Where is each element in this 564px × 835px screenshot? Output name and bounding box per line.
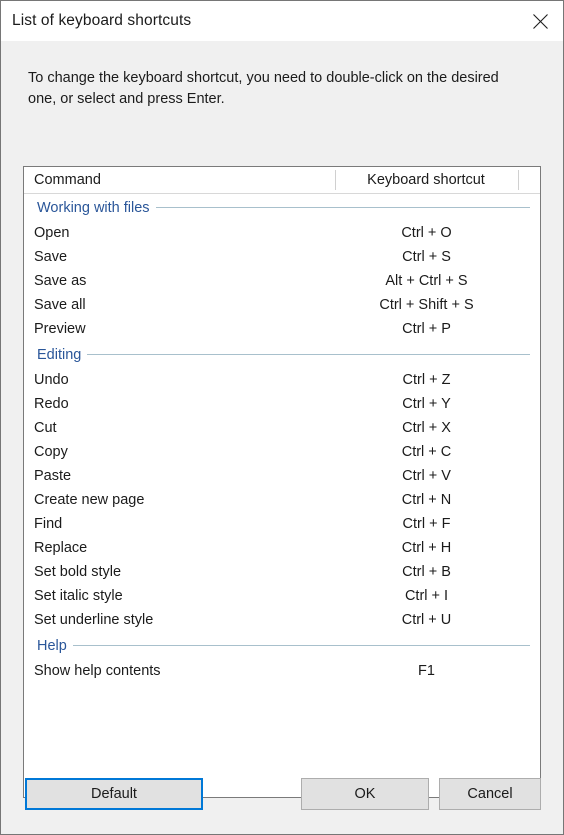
- group-label: Working with files: [37, 199, 150, 216]
- group-header: Working with files: [24, 194, 540, 221]
- shortcut-label: F1: [418, 663, 435, 679]
- column-divider-1: [335, 170, 336, 190]
- command-label: Save: [34, 249, 68, 265]
- table-row[interactable]: Set underline style Ctrl + U: [24, 608, 540, 632]
- table-row[interactable]: Replace Ctrl + H: [24, 536, 540, 560]
- instructions-text: To change the keyboard shortcut, you nee…: [28, 70, 499, 107]
- command-label: Set italic style: [34, 588, 123, 604]
- command-label: Redo: [34, 396, 69, 412]
- command-label: Preview: [34, 321, 86, 337]
- command-label: Undo: [34, 372, 69, 388]
- shortcuts-listbox[interactable]: Command Keyboard shortcut Working with f…: [23, 166, 541, 798]
- title-bar: List of keyboard shortcuts: [1, 1, 563, 41]
- cancel-button[interactable]: Cancel: [439, 778, 541, 810]
- command-label: Show help contents: [34, 663, 161, 679]
- command-label: Paste: [34, 468, 72, 484]
- shortcut-label: Ctrl + I: [404, 588, 449, 604]
- group-header: Help: [24, 632, 540, 659]
- close-button[interactable]: [517, 1, 563, 41]
- table-row[interactable]: Set italic style Ctrl + I: [24, 584, 540, 608]
- shortcut-label: Ctrl + Z: [402, 372, 451, 388]
- default-button[interactable]: Default: [25, 778, 203, 810]
- table-row[interactable]: Create new page Ctrl + N: [24, 488, 540, 512]
- table-row[interactable]: Undo Ctrl + Z: [24, 368, 540, 392]
- group-separator-line: [72, 645, 530, 646]
- table-row[interactable]: Copy Ctrl + C: [24, 440, 540, 464]
- command-label: Replace: [34, 540, 88, 556]
- table-row[interactable]: Show help contents F1: [24, 659, 540, 683]
- table-row[interactable]: Cut Ctrl + X: [24, 416, 540, 440]
- column-divider-2: [518, 170, 519, 190]
- command-label: Find: [34, 516, 63, 532]
- column-header-command[interactable]: Command: [24, 172, 334, 188]
- dialog-body: To change the keyboard shortcut, you nee…: [1, 41, 563, 834]
- table-row[interactable]: Find Ctrl + F: [24, 512, 540, 536]
- button-bar: Default OK Cancel: [1, 756, 563, 834]
- shortcut-label: Ctrl + B: [402, 564, 451, 580]
- table-body: Working with files Open Ctrl + O Save Ctrl +…: [24, 194, 540, 683]
- shortcut-label: Ctrl + S: [402, 249, 451, 265]
- table-header-row: Command Keyboard shortcut: [24, 167, 540, 194]
- command-label: Copy: [34, 444, 68, 460]
- column-header-shortcut[interactable]: Keyboard shortcut: [334, 172, 540, 188]
- command-label: Save all: [34, 297, 86, 313]
- command-label: Cut: [34, 420, 57, 436]
- table-row[interactable]: Set bold style Ctrl + B: [24, 560, 540, 584]
- shortcut-label: Alt + Ctrl + S: [385, 273, 468, 289]
- shortcut-label: Ctrl + Y: [402, 396, 451, 412]
- shortcut-label: Ctrl + C: [401, 444, 452, 460]
- group-label: Help: [37, 637, 67, 654]
- table-row[interactable]: Open Ctrl + O: [24, 221, 540, 245]
- group-separator-line: [155, 207, 530, 208]
- table-row[interactable]: Paste Ctrl + V: [24, 464, 540, 488]
- shortcut-label: Ctrl + Shift + S: [379, 297, 474, 313]
- table-row[interactable]: Save as Alt + Ctrl + S: [24, 269, 540, 293]
- ok-button[interactable]: OK: [301, 778, 429, 810]
- shortcut-label: Ctrl + F: [402, 516, 451, 532]
- command-label: Open: [34, 225, 70, 241]
- command-label: Set underline style: [34, 612, 154, 628]
- keyboard-shortcuts-dialog: List of keyboard shortcuts To change the…: [0, 0, 564, 835]
- group-header: Editing: [24, 341, 540, 368]
- table-row[interactable]: Preview Ctrl + P: [24, 317, 540, 341]
- shortcut-label: Ctrl + V: [402, 468, 451, 484]
- shortcut-label: Ctrl + H: [401, 540, 452, 556]
- shortcut-label: Ctrl + U: [401, 612, 452, 628]
- shortcut-label: Ctrl + P: [402, 321, 451, 337]
- window-title: List of keyboard shortcuts: [12, 12, 192, 29]
- command-label: Set bold style: [34, 564, 122, 580]
- table-row[interactable]: Save Ctrl + S: [24, 245, 540, 269]
- shortcut-label: Ctrl + O: [401, 225, 452, 241]
- table-row[interactable]: Redo Ctrl + Y: [24, 392, 540, 416]
- group-separator-line: [87, 354, 530, 355]
- close-icon: [532, 13, 548, 29]
- shortcut-label: Ctrl + N: [401, 492, 452, 508]
- group-label: Editing: [37, 346, 82, 363]
- shortcut-label: Ctrl + X: [402, 420, 451, 436]
- command-label: Save as: [34, 273, 87, 289]
- command-label: Create new page: [34, 492, 145, 508]
- table-row[interactable]: Save all Ctrl + Shift + S: [24, 293, 540, 317]
